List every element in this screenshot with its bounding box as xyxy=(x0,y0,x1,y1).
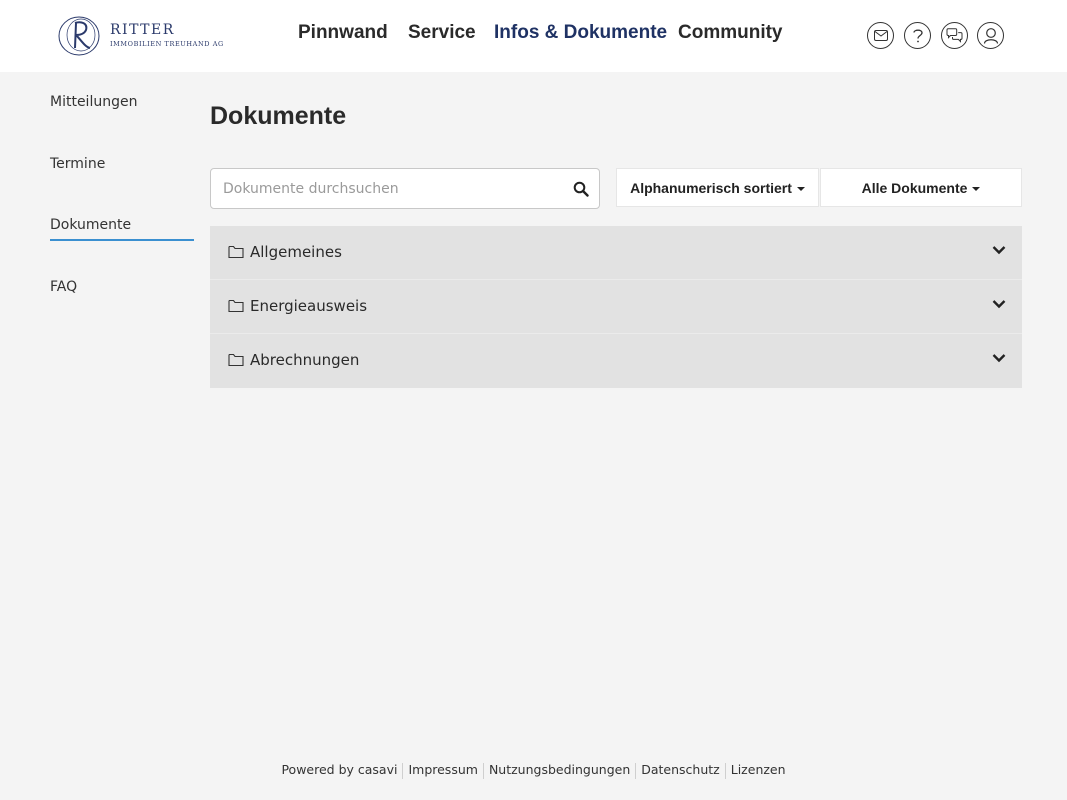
nav-item-community[interactable]: Community xyxy=(678,22,783,44)
folder-label: Allgemeines xyxy=(250,243,342,261)
chevron-down-icon[interactable] xyxy=(992,353,1006,363)
top-header: RITTER IMMOBILIEN TREUHAND AG Pinnwand S… xyxy=(0,0,1067,72)
sidebar-item-mitteilungen[interactable]: Mitteilungen xyxy=(50,94,194,116)
logo-emblem-icon xyxy=(58,16,100,56)
footer: Powered by casavi Impressum Nutzungsbeding… xyxy=(0,762,1067,779)
folder-icon xyxy=(228,353,244,367)
filter-dropdown[interactable]: Alle Dokumente xyxy=(820,168,1022,207)
footer-link-nutzungsbedingungen[interactable]: Nutzungsbedingungen xyxy=(489,762,630,777)
folder-row-abrechnungen[interactable]: Abrechnungen xyxy=(210,334,1022,388)
sidebar-item-termine[interactable]: Termine xyxy=(50,156,194,178)
folder-label: Abrechnungen xyxy=(250,351,360,369)
nav-item-service[interactable]: Service xyxy=(408,22,476,44)
chat-icon[interactable] xyxy=(941,22,968,49)
footer-link-datenschutz[interactable]: Datenschutz xyxy=(641,762,720,777)
filter-dropdown-label: Alle Dokumente xyxy=(861,179,968,196)
nav-item-pinnwand[interactable]: Pinnwand xyxy=(298,22,388,44)
user-icon[interactable] xyxy=(977,22,1004,49)
sort-dropdown[interactable]: Alphanumerisch sortiert xyxy=(616,168,819,207)
sort-dropdown-label: Alphanumerisch sortiert xyxy=(630,179,792,196)
folder-row-allgemeines[interactable]: Allgemeines xyxy=(210,226,1022,280)
caret-down-icon xyxy=(972,186,981,191)
search-icon[interactable] xyxy=(573,181,589,197)
folder-icon xyxy=(228,299,244,313)
folder-icon xyxy=(228,245,244,259)
chevron-down-icon[interactable] xyxy=(992,245,1006,255)
brand-subtitle: IMMOBILIEN TREUHAND AG xyxy=(110,40,224,48)
sidebar-item-faq[interactable]: FAQ xyxy=(50,279,194,301)
help-icon[interactable] xyxy=(904,22,931,49)
mail-icon[interactable] xyxy=(867,22,894,49)
brand-logo[interactable]: RITTER IMMOBILIEN TREUHAND AG xyxy=(57,14,223,58)
caret-down-icon xyxy=(796,186,805,191)
sidebar-item-dokumente[interactable]: Dokumente xyxy=(50,217,194,241)
search-input[interactable] xyxy=(223,169,563,208)
chevron-down-icon[interactable] xyxy=(992,299,1006,309)
brand-title: RITTER xyxy=(110,22,175,38)
folder-row-energieausweis[interactable]: Energieausweis xyxy=(210,280,1022,334)
page-title: Dokumente xyxy=(210,102,347,130)
footer-link-impressum[interactable]: Impressum xyxy=(408,762,477,777)
folder-label: Energieausweis xyxy=(250,297,368,315)
footer-powered-by: Powered by casavi xyxy=(281,762,398,777)
footer-link-lizenzen[interactable]: Lizenzen xyxy=(731,762,786,777)
document-search xyxy=(210,168,600,209)
nav-item-infos-dokumente[interactable]: Infos & Dokumente xyxy=(494,22,667,44)
